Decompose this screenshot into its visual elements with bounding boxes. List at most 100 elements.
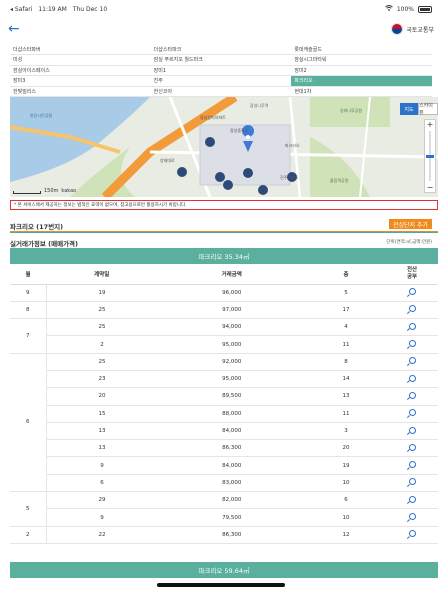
search-icon[interactable] <box>408 391 416 399</box>
apartment-option[interactable]: 미성 <box>10 54 151 66</box>
brand: 국토교통부 <box>391 23 434 35</box>
price-cell: 95,000 <box>157 370 306 389</box>
registry-lookup-button[interactable] <box>386 387 438 406</box>
zoom-control[interactable]: + − <box>424 119 436 193</box>
search-icon[interactable] <box>408 443 416 451</box>
registry-lookup-button[interactable] <box>386 491 438 510</box>
search-icon[interactable] <box>408 409 416 417</box>
search-icon[interactable] <box>408 374 416 382</box>
search-icon[interactable] <box>408 495 416 503</box>
table-row: 23 95,000 14 <box>10 370 438 389</box>
brand-name: 국토교통부 <box>406 26 434 34</box>
floor-cell: 13 <box>306 387 386 406</box>
registry-lookup-button[interactable] <box>386 370 438 389</box>
registry-lookup-button[interactable] <box>386 508 438 527</box>
zoom-slider-handle[interactable] <box>426 155 434 158</box>
registry-lookup-button[interactable] <box>386 422 438 441</box>
zoom-slider[interactable] <box>426 131 434 181</box>
apartment-option[interactable]: 잠실 푸르지오 월드마크 <box>150 54 292 66</box>
apartment-option[interactable]: 잠실아이스페이스 <box>10 65 151 76</box>
area-band-59[interactable]: 파크리오 59.64㎡ <box>10 562 438 578</box>
registry-lookup-button[interactable] <box>386 284 438 302</box>
registry-lookup-button[interactable] <box>386 439 438 458</box>
registry-lookup-button[interactable] <box>386 335 438 354</box>
apartment-option[interactable]: 잠실시그마타워 <box>291 54 432 66</box>
apartment-option[interactable]: 롯데캐슬골드 <box>291 44 432 55</box>
zoom-in-button[interactable]: + <box>427 120 434 129</box>
region-row: 한빛빌리스 한신코아 현대1차 <box>10 86 432 97</box>
price-cell: 96,000 <box>157 284 306 302</box>
apartment-option[interactable]: 파크리오 <box>291 75 432 87</box>
map-scale: 150m kakao <box>13 188 76 194</box>
area-band-label: 파크리오 35.34㎡ <box>198 253 250 261</box>
region-row: 더샵스타파버 더샵스타파크 롯데캐슬골드 <box>10 44 432 55</box>
day-cell: 23 <box>46 370 158 389</box>
apartment-option[interactable]: 더샵스타파버 <box>10 44 151 55</box>
map-view[interactable]: 잠실나루역 잠실중학교 파크리오 진주아파트 잠실장미아파트 한강시민공원 송파… <box>10 97 438 197</box>
apartment-option[interactable]: 한빛빌리스 <box>10 86 151 97</box>
day-cell: 19 <box>46 284 158 302</box>
col-floor-header: 층 <box>306 264 386 285</box>
area-band-label: 파크리오 59.64㎡ <box>198 567 250 575</box>
skyview-button[interactable]: 스카이뷰 <box>418 103 438 116</box>
search-icon[interactable] <box>408 305 416 313</box>
day-cell: 20 <box>46 387 158 406</box>
map-canvas[interactable]: 잠실나루역 잠실중학교 파크리오 진주아파트 잠실장미아파트 한강시민공원 송파… <box>10 97 438 197</box>
transaction-table: 월 계약일 거래금액 층 전산 공부 9 19 96,000 5 8 25 97,000 17… <box>10 264 438 544</box>
registry-lookup-button[interactable] <box>386 405 438 423</box>
status-date: Thu Dec 10 <box>72 5 108 13</box>
search-icon[interactable] <box>408 478 416 486</box>
floor-cell: 19 <box>306 456 386 475</box>
taegeuk-logo-icon <box>391 23 404 35</box>
nav-bar: ← 국토교통부 <box>0 18 442 40</box>
price-cell: 79,500 <box>157 508 306 527</box>
registry-lookup-button[interactable] <box>386 526 438 544</box>
search-icon[interactable] <box>408 340 416 348</box>
apartment-option[interactable]: 현대1차 <box>291 86 432 97</box>
apartment-option[interactable]: 장미1 <box>150 65 292 76</box>
price-cell: 88,000 <box>157 405 306 423</box>
chevron-left-icon[interactable]: ← <box>8 22 20 36</box>
search-icon[interactable] <box>408 461 416 469</box>
add-favorite-button[interactable]: 관심단지 추가 <box>388 219 432 229</box>
registry-lookup-button[interactable] <box>386 301 438 320</box>
registry-lookup-button[interactable] <box>386 474 438 493</box>
status-bar: ◂ Safari 11:19 AM Thu Dec 10 100% <box>0 0 442 18</box>
search-icon[interactable] <box>408 530 416 538</box>
floor-cell: 11 <box>306 335 386 354</box>
zoom-out-button[interactable]: − <box>427 183 434 192</box>
month-cell: 5 <box>10 491 47 527</box>
price-cell: 97,000 <box>157 301 306 320</box>
month-cell: 8 <box>10 301 47 320</box>
day-cell: 25 <box>46 318 158 337</box>
registry-lookup-button[interactable] <box>386 353 438 371</box>
floor-cell: 3 <box>306 422 386 441</box>
apartment-option[interactable]: 장미2 <box>291 65 432 76</box>
apartment-option[interactable]: 진주 <box>150 75 292 87</box>
table-row: 13 86,300 20 <box>10 439 438 458</box>
svg-text:파크리오: 파크리오 <box>285 142 300 148</box>
search-icon[interactable] <box>408 513 416 520</box>
registry-lookup-button[interactable] <box>386 456 438 475</box>
day-cell: 13 <box>46 422 158 441</box>
table-row: 6 83,000 10 <box>10 474 438 493</box>
search-icon[interactable] <box>408 322 416 330</box>
search-icon[interactable] <box>408 288 416 296</box>
apartment-option[interactable]: 장미3 <box>10 75 151 87</box>
map-type-button[interactable]: 지도 <box>400 103 418 115</box>
back-to-safari[interactable]: ◂ Safari <box>10 6 32 13</box>
svg-text:한강시민공원: 한강시민공원 <box>30 112 52 118</box>
registry-lookup-button[interactable] <box>386 318 438 337</box>
scale-label: 150m <box>44 188 59 194</box>
home-indicator[interactable] <box>157 583 285 587</box>
apartment-option[interactable]: 한신코아 <box>150 86 292 97</box>
section-title: 실거래가정보 (매매가격) <box>10 240 79 248</box>
floor-cell: 20 <box>306 439 386 458</box>
table-row: 20 89,500 13 <box>10 387 438 406</box>
price-cell: 84,000 <box>157 456 306 475</box>
search-icon[interactable] <box>408 426 416 434</box>
apartment-title: 파크리오 (17번지) <box>10 223 64 231</box>
search-icon[interactable] <box>408 357 416 365</box>
apartment-option[interactable]: 더샵스타파크 <box>150 44 292 55</box>
month-cell: 7 <box>10 318 47 354</box>
